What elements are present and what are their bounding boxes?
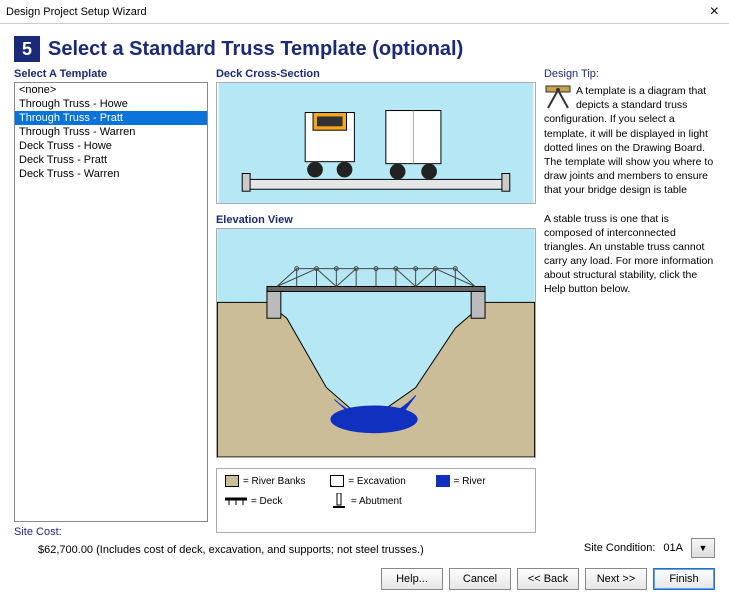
deck-section-label: Deck Cross-Section [216, 68, 536, 80]
legend-river-banks-label: = River Banks [243, 476, 306, 487]
template-item[interactable]: Through Truss - Pratt [15, 111, 207, 125]
back-button[interactable]: << Back [517, 568, 579, 590]
abutment-icon [331, 493, 347, 509]
step-title: Select a Standard Truss Template (option… [48, 38, 463, 61]
elevation-view-panel [216, 228, 536, 458]
legend-excavation: = Excavation [330, 475, 421, 487]
step-header: 5 Select a Standard Truss Template (opti… [0, 24, 729, 68]
legend-deck-label: = Deck [251, 496, 282, 507]
legend-excavation-label: = Excavation [348, 476, 406, 487]
template-item[interactable]: Through Truss - Warren [15, 125, 207, 139]
legend-abutment: = Abutment [331, 493, 423, 509]
template-item[interactable]: Deck Truss - Pratt [15, 153, 207, 167]
site-condition-label: Site Condition: [584, 542, 656, 554]
finish-button[interactable]: Finish [653, 568, 715, 590]
site-cost-value: $62,700.00 (Includes cost of deck, excav… [38, 544, 424, 556]
next-button[interactable]: Next >> [585, 568, 647, 590]
design-tip-body: A template is a diagram that depicts a s… [544, 84, 715, 297]
template-list[interactable]: <none>Through Truss - HoweThrough Truss … [14, 82, 208, 522]
template-item[interactable]: <none> [15, 83, 207, 97]
elevation-label: Elevation View [216, 214, 536, 226]
legend-river-banks: = River Banks [225, 475, 316, 487]
legend-river-label: = River [454, 476, 486, 487]
step-number-badge: 5 [14, 36, 40, 62]
template-item[interactable]: Through Truss - Howe [15, 97, 207, 111]
deck-cross-section-svg [217, 83, 535, 203]
window-title: Design Project Setup Wizard [6, 6, 147, 18]
legend-river: = River [436, 475, 527, 487]
template-item[interactable]: Deck Truss - Howe [15, 139, 207, 153]
titlebar: Design Project Setup Wizard × [0, 0, 729, 24]
help-button[interactable]: Help... [381, 568, 443, 590]
legend-abutment-label: = Abutment [351, 496, 402, 507]
cancel-button[interactable]: Cancel [449, 568, 511, 590]
site-condition-dropdown[interactable]: ▼ [691, 538, 715, 558]
template-list-label: Select A Template [14, 68, 208, 80]
deck-cross-section-panel [216, 82, 536, 204]
chevron-down-icon: ▼ [699, 543, 708, 553]
template-item[interactable]: Deck Truss - Warren [15, 167, 207, 181]
close-icon[interactable]: × [706, 3, 723, 21]
compass-icon [544, 84, 572, 112]
site-cost-label: Site Cost: [14, 526, 715, 538]
design-tip-label: Design Tip: [544, 68, 715, 80]
legend-deck: = Deck [225, 495, 317, 507]
site-condition-value: 01A [663, 542, 683, 554]
deck-icon [225, 495, 247, 507]
tip-paragraph-2: A stable truss is one that is composed o… [544, 213, 713, 296]
elevation-view-svg [217, 229, 535, 457]
